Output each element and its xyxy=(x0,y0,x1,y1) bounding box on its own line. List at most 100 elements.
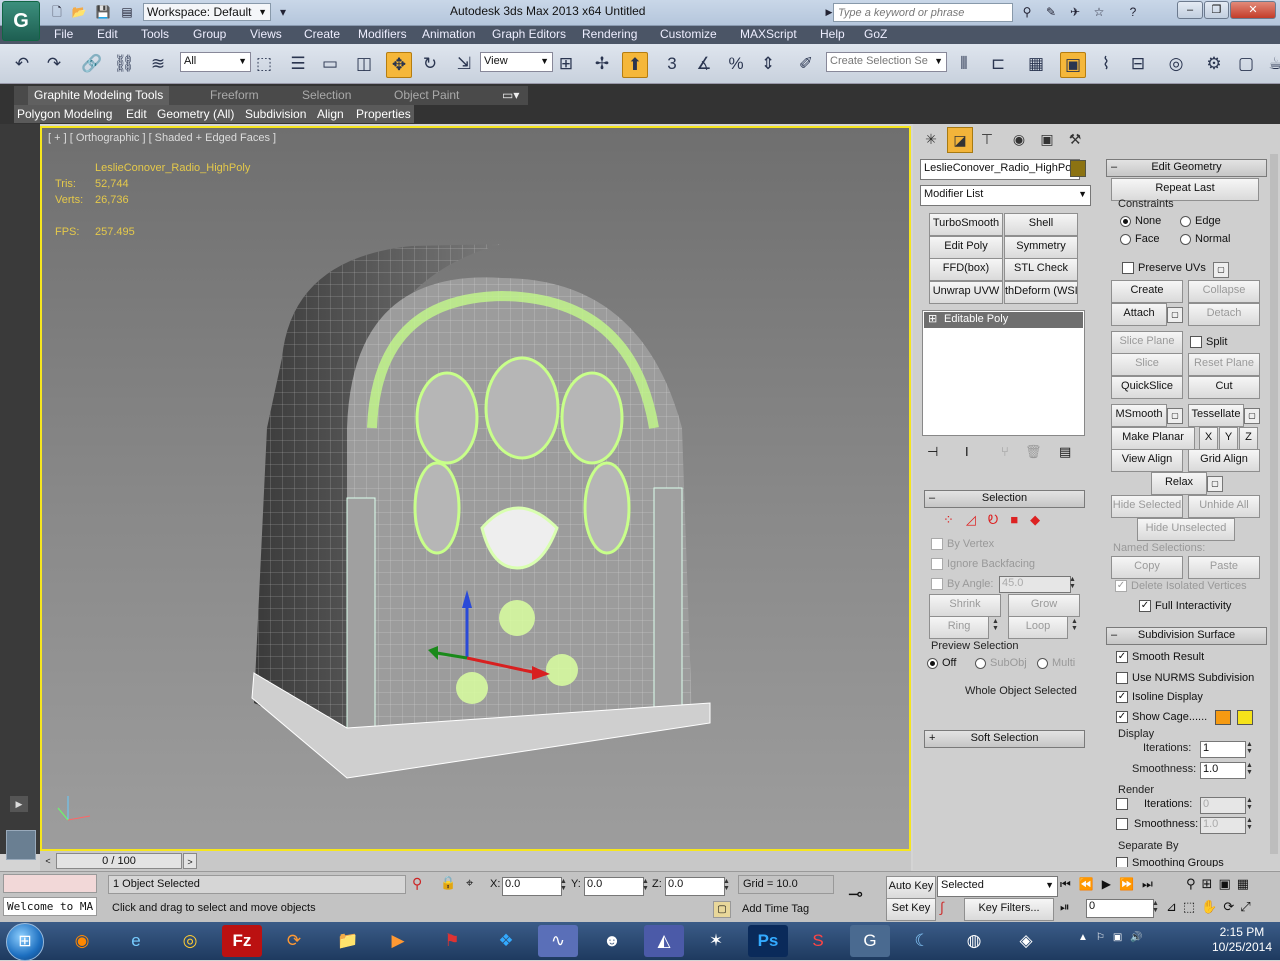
render-smoothness-spinner[interactable]: 1.0 xyxy=(1200,817,1246,834)
copy-button[interactable]: Copy xyxy=(1111,556,1183,579)
by-angle-checkbox[interactable]: By Angle: xyxy=(931,578,993,590)
render-iterations-checkbox[interactable]: Iterations: xyxy=(1116,798,1192,810)
preview-multi-radio[interactable]: Multi xyxy=(1037,657,1075,669)
z-coord-field[interactable]: 0.0 xyxy=(665,877,725,896)
render-smoothness-checkbox[interactable]: Smoothness: xyxy=(1116,818,1198,830)
manipulate-icon[interactable]: ✢ xyxy=(590,52,614,76)
spinner-arrows-icon[interactable]: ▲ ▼ xyxy=(1068,576,1077,591)
save-file-icon[interactable]: 💾 xyxy=(94,4,112,20)
reference-coordinate-dropdown[interactable]: View ▼ xyxy=(480,52,553,72)
spinner-arrows-icon[interactable]: ▲ ▼ xyxy=(1151,900,1160,915)
preview-subobj-radio[interactable]: SubObj xyxy=(975,657,1027,669)
zoom-all-icon[interactable]: ⊞ xyxy=(1202,876,1219,891)
y-coord-field[interactable]: 0.0 xyxy=(584,877,644,896)
material-editor-icon[interactable]: ◎ xyxy=(1164,52,1188,76)
subobject-level-icons[interactable]: ⁘◿Ꭷ■◆ xyxy=(943,512,1052,528)
tessellate-settings-icon[interactable]: ▢ xyxy=(1244,408,1260,424)
add-time-tag[interactable]: Add Time Tag xyxy=(742,903,809,915)
select-by-name-icon[interactable]: ☰ xyxy=(286,52,310,76)
tab-object-paint[interactable]: Object Paint xyxy=(394,88,459,102)
time-slider[interactable]: 0 / 100 xyxy=(56,853,182,869)
angle-spinner[interactable]: 45.0 xyxy=(999,576,1071,593)
chrome-icon[interactable]: ◎ xyxy=(170,925,210,957)
display-iterations-spinner[interactable]: 1 xyxy=(1200,741,1246,758)
hide-selected-button[interactable]: Hide Selected xyxy=(1111,495,1183,518)
subscription-icon[interactable]: ✎ xyxy=(1042,4,1060,20)
subdivision-surface-rollout-header[interactable]: – Subdivision Surface xyxy=(1106,627,1267,645)
ffd-box-button[interactable]: FFD(box) xyxy=(929,258,1003,281)
tessellate-button[interactable]: Tessellate xyxy=(1188,404,1244,427)
x-coord-field[interactable]: 0.0 xyxy=(502,877,562,896)
menu-customize[interactable]: Customize xyxy=(660,27,717,41)
polygon-icon[interactable]: ■ xyxy=(1010,512,1030,527)
search-input[interactable]: Type a keyword or phrase xyxy=(833,3,1013,22)
expand-icon[interactable]: ▶ xyxy=(10,796,28,812)
hide-unselected-button[interactable]: Hide Unselected xyxy=(1137,518,1235,541)
file-explorer-icon[interactable]: 📁 xyxy=(328,925,368,957)
workspace-dropdown[interactable]: Workspace: Default ▼ xyxy=(143,3,271,21)
menu-tools[interactable]: Tools xyxy=(141,27,169,41)
figure-app-icon[interactable]: ✶ xyxy=(696,925,736,957)
schematic-view-icon[interactable]: ⊟ xyxy=(1126,52,1150,76)
maxscript-listener[interactable]: Welcome to MA xyxy=(3,897,97,916)
smooth-result-checkbox[interactable]: ✓ Smooth Result xyxy=(1116,651,1204,663)
set-key-button[interactable]: Set Key xyxy=(886,898,936,921)
zoom-icon[interactable]: ⚲ xyxy=(1186,876,1202,891)
ribbon-options-icon[interactable]: ▭▾ xyxy=(502,88,519,102)
stack-item-editable-poly[interactable]: ⊞ Editable Poly xyxy=(924,312,1083,328)
filezilla-icon[interactable]: Fz xyxy=(222,925,262,957)
minimize-button[interactable]: – xyxy=(1177,1,1203,19)
unity-app-icon[interactable]: ◈ xyxy=(1006,925,1046,957)
pivot-center-icon[interactable]: ⊞ xyxy=(554,52,578,76)
firefox-icon[interactable]: ◉ xyxy=(62,925,102,957)
display-smoothness-spinner[interactable]: 1.0 xyxy=(1200,762,1246,779)
mirror-icon[interactable]: ⫴ xyxy=(952,52,976,76)
snaps-toggle-icon[interactable]: 3 xyxy=(660,52,684,76)
msmooth-button[interactable]: MSmooth xyxy=(1111,404,1167,427)
rectangular-selection-icon[interactable]: ▭ xyxy=(318,52,342,76)
spinner-arrows-icon[interactable]: ▲ ▼ xyxy=(641,878,650,893)
expand-plus-icon[interactable]: ⊞ xyxy=(928,312,937,327)
network-icon[interactable]: ▣ xyxy=(1113,932,1130,943)
show-hidden-icons-icon[interactable]: ▲ xyxy=(1078,932,1096,943)
previous-frame-icon[interactable]: ⏪ xyxy=(1079,877,1102,891)
remove-modifier-icon[interactable]: 🗑 xyxy=(1025,444,1042,460)
stamp-app-icon[interactable]: ⚑ xyxy=(432,925,472,957)
project-folder-icon[interactable]: ▤ xyxy=(118,4,136,20)
time-tag-icon[interactable]: ▢ xyxy=(713,901,731,918)
help-icon[interactable]: ? xyxy=(1124,4,1142,20)
named-selection-dropdown[interactable]: Create Selection Se ▼ xyxy=(826,52,947,72)
spinner-arrows-icon[interactable]: ▲ ▼ xyxy=(722,878,731,893)
menu-create[interactable]: Create xyxy=(304,27,340,41)
select-and-move-icon[interactable]: ✥ xyxy=(386,52,412,78)
redo-icon[interactable]: ↷ xyxy=(42,52,66,76)
graphite-toggle-icon[interactable]: ▣ xyxy=(1060,52,1086,78)
menu-file[interactable]: File xyxy=(54,27,73,41)
create-button[interactable]: Create xyxy=(1111,280,1183,303)
spinner-arrows-icon[interactable]: ▲ ▼ xyxy=(1245,741,1254,756)
angle-snap-icon[interactable]: ∡ xyxy=(692,52,716,76)
edit-geometry-rollout-header[interactable]: – Edit Geometry xyxy=(1106,159,1267,177)
ribbon-polygon-modeling[interactable]: Polygon Modeling xyxy=(17,107,112,121)
unlink-icon[interactable]: ⛓ xyxy=(112,52,136,76)
key-mode-toggle-icon[interactable]: ⏯ xyxy=(1060,900,1070,915)
msmooth-settings-icon[interactable]: ▢ xyxy=(1167,408,1183,424)
maxscript-listener-top[interactable] xyxy=(3,874,97,893)
max-launcher-icon[interactable]: ◭ xyxy=(644,925,684,957)
configure-modifier-sets-icon[interactable]: ▤ xyxy=(1059,444,1071,460)
go-to-start-icon[interactable]: ⏮ xyxy=(1060,877,1079,891)
edge-icon[interactable]: ◿ xyxy=(966,512,988,527)
unwrap-uvw-button[interactable]: Unwrap UVW xyxy=(929,281,1003,304)
start-button[interactable]: ⊞ xyxy=(6,923,44,961)
menu-help[interactable]: Help xyxy=(820,27,845,41)
grow-button[interactable]: Grow xyxy=(1008,594,1080,617)
open-file-icon[interactable]: 📂 xyxy=(70,4,88,20)
bind-space-warp-icon[interactable]: ≋ xyxy=(146,52,170,76)
go-to-end-icon[interactable]: ⏭ xyxy=(1142,877,1161,891)
menu-edit[interactable]: Edit xyxy=(97,27,118,41)
play-icon[interactable]: ▶ xyxy=(1102,877,1119,891)
timeline-prev-icon[interactable]: < xyxy=(42,853,54,869)
set-key-icon[interactable]: ⊸ xyxy=(848,884,863,905)
close-button[interactable]: ✕ xyxy=(1230,1,1276,19)
menu-modifiers[interactable]: Modifiers xyxy=(358,27,407,41)
